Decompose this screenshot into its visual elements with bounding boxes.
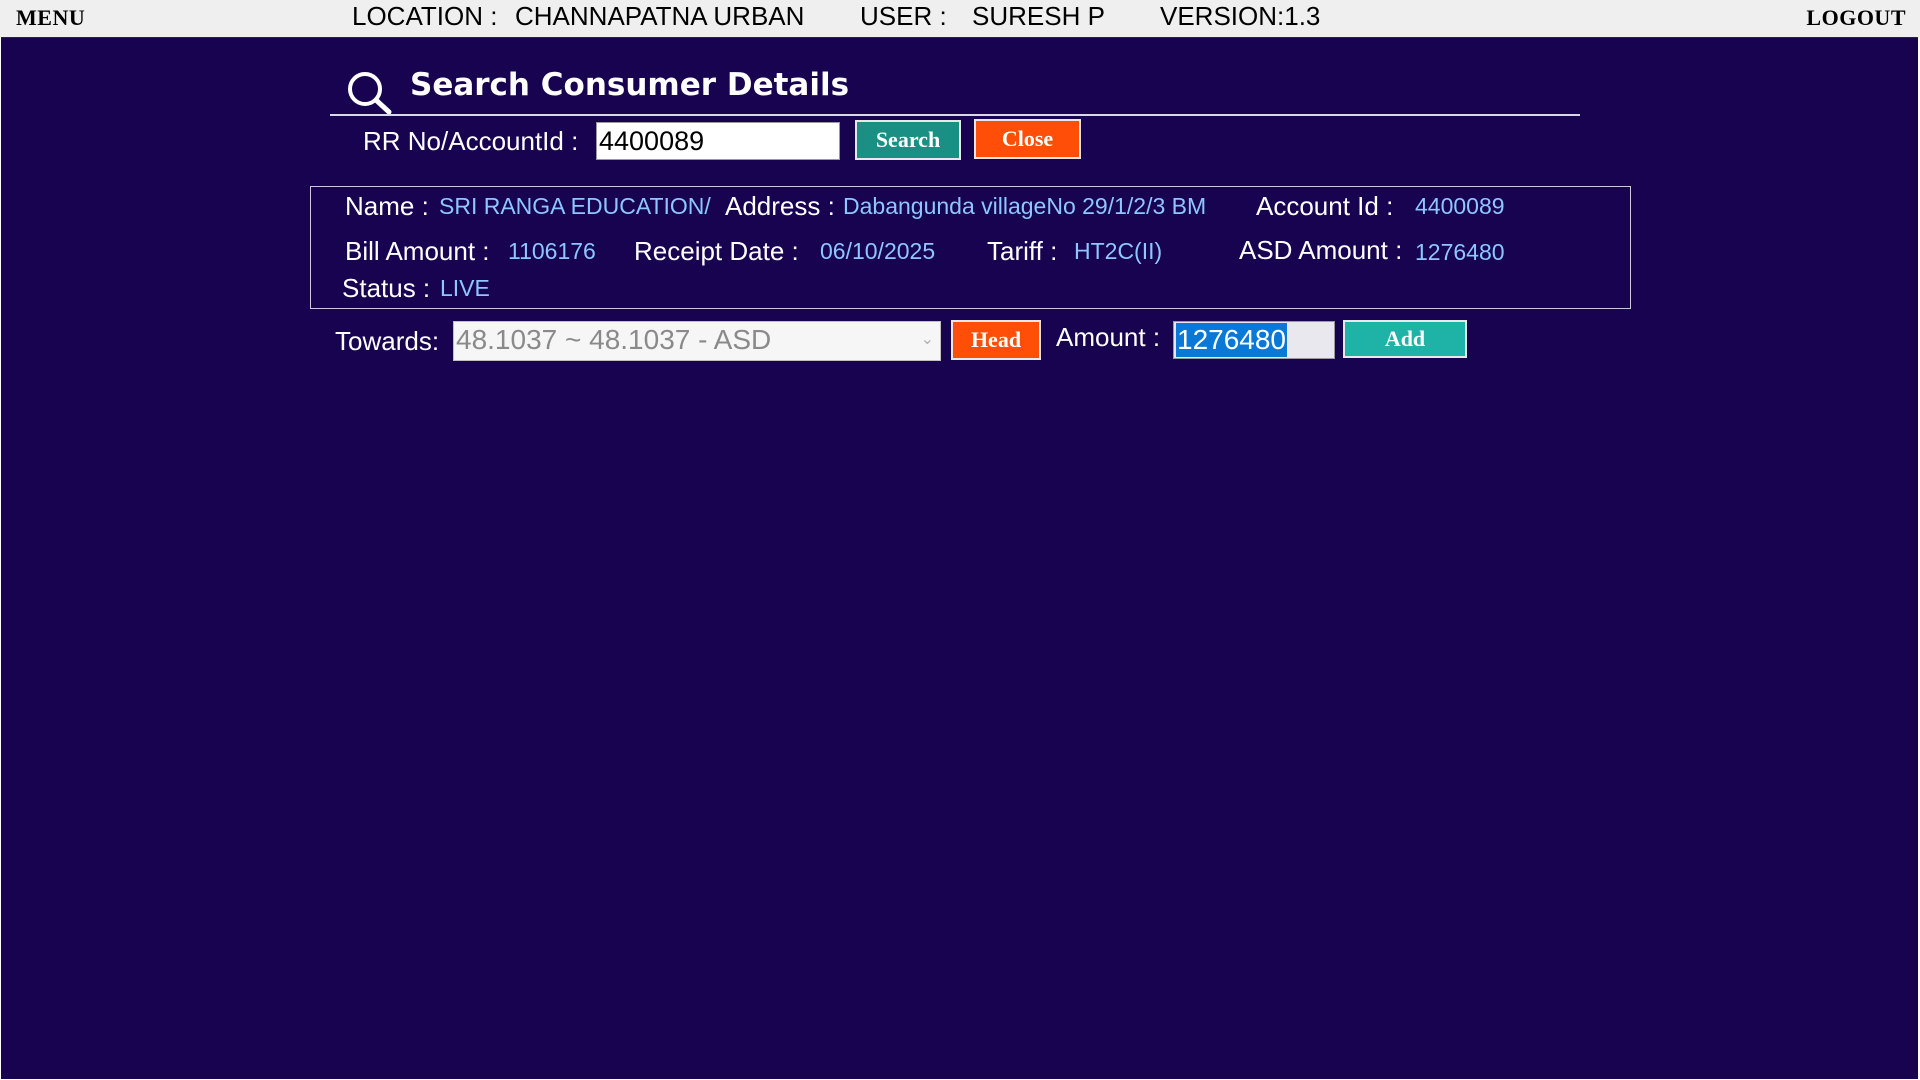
asd-amount-label: ASD Amount : — [1239, 235, 1403, 265]
user-value: SURESH P — [972, 1, 1105, 31]
account-id-label: Account Id : — [1256, 191, 1394, 221]
status-value: LIVE — [440, 275, 490, 301]
status-label: Status : — [342, 273, 431, 303]
bill-amount-value: 1106176 — [508, 238, 596, 264]
add-button[interactable]: Add — [1343, 320, 1467, 358]
receipt-date-value: 06/10/2025 — [820, 238, 936, 264]
towards-select[interactable]: 48.1037 ~ 48.1037 - ASD ⌄ — [453, 321, 941, 361]
location-label: LOCATION : — [352, 1, 498, 31]
name-value: SRI RANGA EDUCATION/ — [439, 193, 711, 219]
amount-label: Amount : — [1056, 322, 1161, 352]
bill-amount-label: Bill Amount : — [345, 236, 490, 266]
rr-number-input[interactable]: 4400089 — [596, 122, 840, 160]
page-title: Search Consumer Details — [410, 67, 850, 103]
consumer-details-panel: Name : SRI RANGA EDUCATION/ Address : Da… — [310, 186, 1631, 309]
head-button[interactable]: Head — [951, 320, 1041, 360]
user-label: USER : — [860, 1, 947, 31]
close-button[interactable]: Close — [974, 119, 1081, 159]
amount-input[interactable]: 1276480 — [1173, 321, 1335, 359]
rr-label: RR No/AccountId : — [363, 126, 579, 156]
amount-value: 1276480 — [1176, 323, 1288, 357]
name-label: Name : — [345, 191, 429, 221]
asd-amount-value: 1276480 — [1415, 239, 1505, 265]
account-id-value: 4400089 — [1415, 193, 1505, 219]
main-panel: Search Consumer Details RR No/AccountId … — [1, 37, 1918, 1079]
search-button[interactable]: Search — [855, 120, 961, 160]
chevron-down-icon: ⌄ — [920, 331, 934, 348]
tariff-value: HT2C(II) — [1074, 238, 1163, 264]
menu-button[interactable]: MENU — [16, 5, 85, 31]
location-value: CHANNAPATNA URBAN — [515, 1, 805, 31]
towards-label: Towards: — [335, 326, 440, 356]
title-divider — [330, 114, 1580, 116]
address-value: Dabangunda villageNo 29/1/2/3 BM — [843, 193, 1207, 219]
address-label: Address : — [725, 191, 835, 221]
version-label: VERSION:1.3 — [1160, 1, 1321, 31]
logout-button[interactable]: LOGOUT — [1806, 5, 1906, 31]
top-bar: MENU LOCATION : CHANNAPATNA URBAN USER :… — [0, 0, 1920, 37]
receipt-date-label: Receipt Date : — [634, 236, 799, 266]
tariff-label: Tariff : — [987, 236, 1058, 266]
towards-selected-value: 48.1037 ~ 48.1037 - ASD — [456, 324, 772, 355]
